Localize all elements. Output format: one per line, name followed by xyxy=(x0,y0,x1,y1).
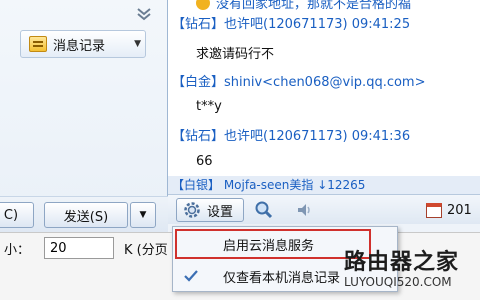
chat-toolbar: 设置 201 xyxy=(168,194,480,224)
chevron-down-icon[interactable] xyxy=(134,6,154,22)
calendar-label: 201 xyxy=(447,202,472,218)
message-sender: 【钻石】也许吧(120671173) 09:41:36 xyxy=(172,129,411,144)
calendar-icon xyxy=(426,202,442,218)
message-text: 66 xyxy=(196,154,213,169)
calendar-button[interactable]: 201 xyxy=(426,199,480,221)
menu-item-enable-cloud[interactable]: 启用云消息服务 xyxy=(175,229,371,259)
send-button[interactable]: 发送(S) xyxy=(44,202,128,228)
message-sender: 【白金】shiniv<chen068@vip.qq.com> xyxy=(172,75,426,90)
settings-label: 设置 xyxy=(207,204,234,220)
message-text: 求邀请码行不 xyxy=(196,47,275,62)
menu-item-label: 仅查看本机消息记录 xyxy=(223,270,341,286)
check-icon xyxy=(184,270,198,282)
send-button-bar: C) 发送(S) ▼ xyxy=(0,196,168,232)
search-icon[interactable] xyxy=(254,200,274,220)
watermark-title: 路由器之家 xyxy=(344,250,460,275)
size-label: 小： xyxy=(4,243,31,258)
message-text: t**y xyxy=(196,99,222,114)
font-size-input[interactable] xyxy=(44,237,114,259)
warning-icon xyxy=(196,0,210,10)
message-sender: 【钻石】也许吧(120671173) 09:41:25 xyxy=(172,17,411,32)
close-button[interactable]: C) xyxy=(0,202,34,228)
caret-down-icon: ▼ xyxy=(139,210,147,220)
message-record-button[interactable]: 消息记录 ▼ xyxy=(20,30,146,58)
chat-line-partial: 没有回家地址，那就不是合格的福 xyxy=(196,0,411,12)
dropdown-arrow-icon: ▼ xyxy=(134,39,141,49)
unit-label: K (分页 xyxy=(124,243,168,258)
send-options-button[interactable]: ▼ xyxy=(130,202,156,228)
message-record-icon xyxy=(29,36,47,52)
chat-history[interactable]: 没有回家地址，那就不是合格的福 【钻石】也许吧(120671173) 09:41… xyxy=(168,0,480,194)
message-record-label: 消息记录 xyxy=(53,38,106,54)
sound-icon[interactable] xyxy=(294,200,314,220)
watermark-url: LUYOUQI520.COM xyxy=(344,275,452,289)
settings-button[interactable]: 设置 xyxy=(176,198,244,222)
watermark: 路由器之家 LUYOUQI520.COM xyxy=(344,244,480,300)
chat-line-partial: 【白银】 Mojfa-seen美指 ↓12265 xyxy=(168,176,480,194)
gear-icon xyxy=(184,202,200,218)
